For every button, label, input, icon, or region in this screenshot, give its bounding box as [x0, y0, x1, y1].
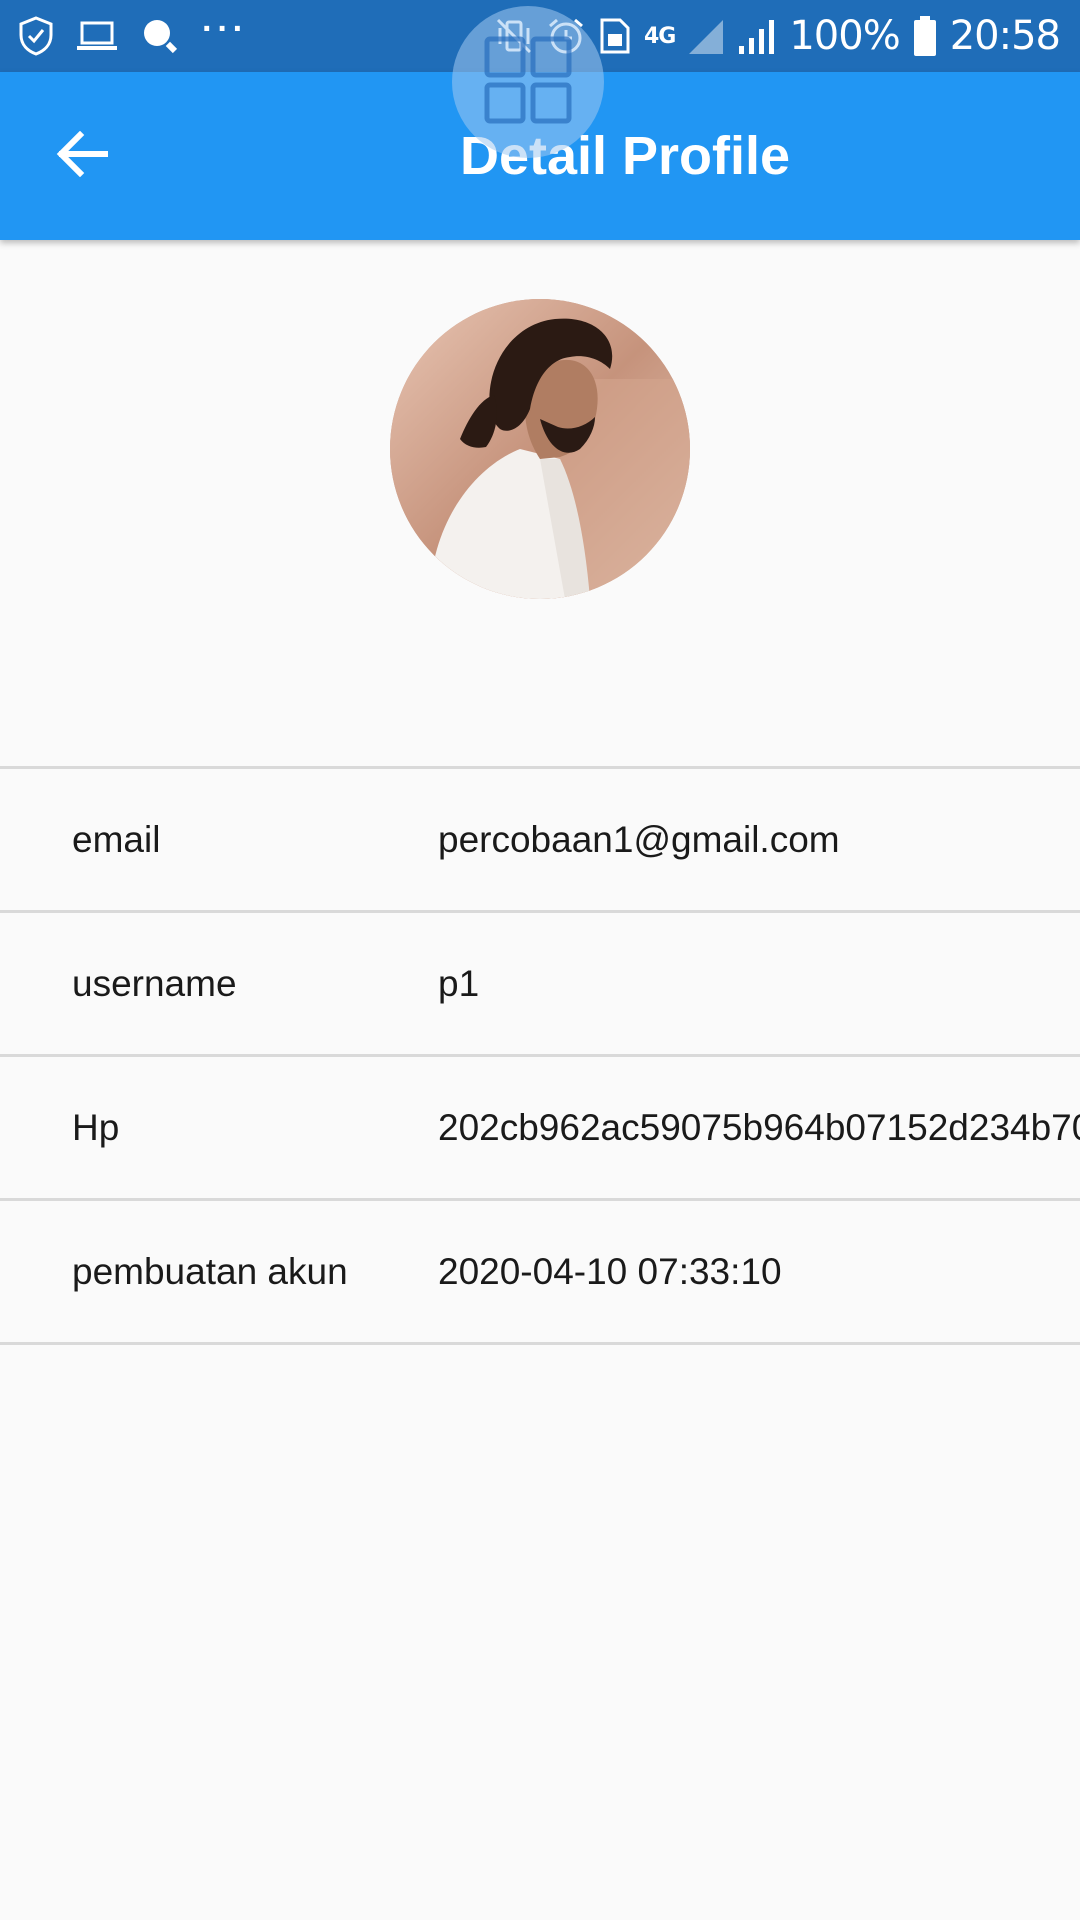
detail-row-email: email percobaan1@gmail.com: [0, 769, 1080, 913]
search-icon: [140, 16, 180, 56]
profile-photo: [390, 299, 690, 599]
arrow-back-icon: [56, 130, 109, 182]
detail-label: Hp: [72, 1107, 120, 1148]
detail-row-created: pembuatan akun 2020-04-10 07:33:10: [0, 1201, 1080, 1345]
network-type: 4G: [643, 23, 676, 49]
grid-icon: [483, 35, 573, 130]
detail-value: 202cb962ac59075b964b07152d234b70: [438, 1106, 1080, 1148]
laptop-icon: [76, 19, 118, 53]
back-button[interactable]: [40, 114, 124, 198]
clock: 20:58: [949, 13, 1061, 59]
detail-row-username: username p1: [0, 913, 1080, 1057]
signal-bars-icon: [737, 16, 777, 56]
detail-label: pembuatan akun: [72, 1251, 348, 1292]
detail-label: username: [72, 963, 237, 1004]
detail-row-hp: Hp 202cb962ac59075b964b07152d234b70: [0, 1057, 1080, 1201]
detail-value: percobaan1@gmail.com: [438, 818, 840, 860]
battery-percent: 100%: [789, 13, 900, 59]
detail-label: email: [72, 819, 161, 860]
battery-icon: [912, 15, 938, 57]
signal-icon: [687, 16, 725, 56]
detail-value: p1: [438, 962, 480, 1004]
sim-icon: [598, 16, 632, 56]
floating-overlay-button[interactable]: [452, 6, 604, 158]
detail-value: 2020-04-10 07:33:10: [438, 1250, 782, 1292]
status-left-icons: ···: [18, 10, 248, 58]
more-dots-icon: ···: [202, 10, 248, 48]
shield-icon: [18, 16, 54, 56]
avatar: [390, 299, 690, 599]
profile-details-table: email percobaan1@gmail.com username p1 H…: [0, 766, 1080, 1345]
